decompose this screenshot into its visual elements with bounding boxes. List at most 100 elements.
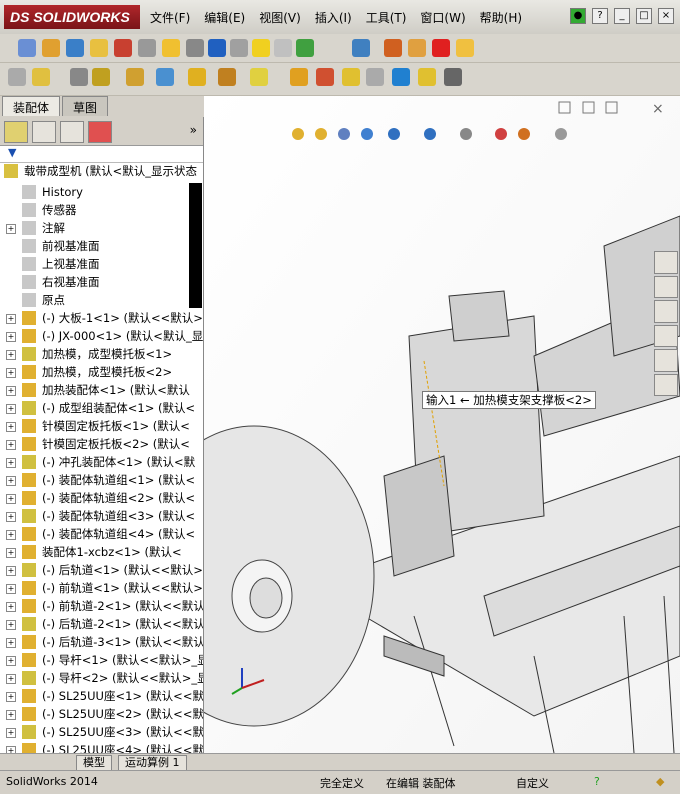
view-palette-icon[interactable] xyxy=(654,324,678,347)
solidworks-resources-icon[interactable] xyxy=(654,251,678,274)
hide-show-items-icon[interactable] xyxy=(460,128,472,140)
edit-appearance-icon[interactable] xyxy=(495,128,507,140)
spelling-icon[interactable] xyxy=(18,39,36,57)
tab-assembly[interactable]: 装配体 xyxy=(2,96,61,116)
traffic-light-icon[interactable]: ● xyxy=(570,8,586,24)
mass-properties-icon[interactable] xyxy=(66,39,84,57)
insert-component-icon[interactable] xyxy=(8,68,26,86)
expand-icon[interactable]: + xyxy=(6,422,16,432)
undercut-icon[interactable] xyxy=(274,39,292,57)
expand-icon[interactable]: + xyxy=(6,728,16,738)
measure-icon[interactable] xyxy=(42,39,60,57)
expand-icon[interactable]: + xyxy=(6,458,16,468)
exploded-view-icon[interactable] xyxy=(342,68,360,86)
expand-icon[interactable]: + xyxy=(6,674,16,684)
compare-documents-icon[interactable] xyxy=(352,39,370,57)
equations-icon[interactable] xyxy=(208,39,226,57)
apply-scene-icon[interactable] xyxy=(518,128,530,140)
restore-button[interactable]: □ xyxy=(636,8,652,24)
expand-icon[interactable]: + xyxy=(6,530,16,540)
configuration-manager-icon[interactable] xyxy=(60,121,84,143)
expand-icon[interactable]: + xyxy=(6,584,16,594)
file-explorer-icon[interactable] xyxy=(654,300,678,323)
expand-icon[interactable]: + xyxy=(6,656,16,666)
assembly-features-icon[interactable] xyxy=(218,68,236,86)
appearances-icon[interactable] xyxy=(654,349,678,372)
expand-icon[interactable]: + xyxy=(6,512,16,522)
hole-alignment-icon[interactable] xyxy=(444,68,462,86)
expand-icon[interactable]: + xyxy=(6,350,16,360)
expand-icon[interactable]: + xyxy=(6,638,16,648)
tab-sketch[interactable]: 草图 xyxy=(62,96,109,116)
deviation-analysis-icon[interactable] xyxy=(230,39,248,57)
solidworks-logo[interactable]: DS SOLIDWORKS xyxy=(4,5,140,29)
close-button[interactable]: × xyxy=(658,8,674,24)
display-manager-icon[interactable] xyxy=(88,121,112,143)
explode-line-sketch-icon[interactable] xyxy=(366,68,384,86)
expand-icon[interactable]: + xyxy=(6,440,16,450)
expand-icon[interactable]: + xyxy=(6,566,16,576)
check-icon[interactable] xyxy=(114,39,132,57)
view-orientation-icon[interactable] xyxy=(388,128,400,140)
tab-model[interactable]: 模型 xyxy=(76,755,112,771)
checkbox-icon[interactable] xyxy=(162,39,180,57)
custom-properties-icon[interactable] xyxy=(654,373,678,396)
expand-icon[interactable]: + xyxy=(6,314,16,324)
section-view-icon[interactable] xyxy=(361,128,373,140)
draft-analysis-icon[interactable] xyxy=(384,39,402,57)
feature-manager-icon[interactable] xyxy=(4,121,28,143)
help-icon[interactable]: ? xyxy=(592,8,608,24)
zoom-area-icon[interactable] xyxy=(315,128,327,140)
menu-tools[interactable]: 工具(T) xyxy=(366,9,407,26)
expand-icon[interactable]: + xyxy=(6,746,16,753)
mate-icon[interactable] xyxy=(32,68,50,86)
menu-view[interactable]: 视图(V) xyxy=(259,9,301,26)
move-component-icon[interactable] xyxy=(156,68,174,86)
import-diagnostics-icon[interactable] xyxy=(186,39,204,57)
expand-icon[interactable]: + xyxy=(6,710,16,720)
menu-help[interactable]: 帮助(H) xyxy=(480,9,522,26)
paperclip-icon[interactable] xyxy=(70,68,88,86)
rebuild-icon[interactable]: ? xyxy=(594,775,600,788)
view-settings-icon[interactable] xyxy=(555,128,567,140)
warning-icon[interactable] xyxy=(252,39,270,57)
minimize-button[interactable]: _ xyxy=(614,8,630,24)
display-style-icon[interactable] xyxy=(424,128,436,140)
clearance-verification-icon[interactable] xyxy=(418,68,436,86)
expand-panel-icon[interactable]: » xyxy=(190,123,197,137)
expand-icon[interactable]: + xyxy=(6,368,16,378)
bill-of-materials-icon[interactable] xyxy=(316,68,334,86)
menu-file[interactable]: 文件(F) xyxy=(150,9,190,26)
show-hidden-icon[interactable] xyxy=(188,68,206,86)
expand-icon[interactable]: + xyxy=(6,476,16,486)
menu-insert[interactable]: 插入(I) xyxy=(315,9,352,26)
zoom-to-fit-icon[interactable] xyxy=(292,128,304,140)
property-manager-icon[interactable] xyxy=(32,121,56,143)
graphics-area[interactable]: × xyxy=(204,96,680,753)
design-library-icon[interactable] xyxy=(654,275,678,298)
curvature-icon[interactable] xyxy=(456,39,474,57)
viewport-close-button[interactable]: × xyxy=(652,101,664,117)
menu-edit[interactable]: 编辑(E) xyxy=(204,9,245,26)
new-motion-study-icon[interactable] xyxy=(290,68,308,86)
tag-icon[interactable]: ◆ xyxy=(656,775,664,788)
tab-motion-study[interactable]: 运动算例 1 xyxy=(118,755,187,771)
menu-window[interactable]: 窗口(W) xyxy=(420,9,465,26)
section-properties-icon[interactable] xyxy=(90,39,108,57)
smart-fasteners-icon[interactable] xyxy=(126,68,144,86)
status-units[interactable]: 自定义 xyxy=(516,775,549,791)
linear-pattern-icon[interactable] xyxy=(92,68,110,86)
expand-icon[interactable]: + xyxy=(6,224,16,234)
expand-icon[interactable]: + xyxy=(6,332,16,342)
expand-icon[interactable]: + xyxy=(6,494,16,504)
expand-icon[interactable]: + xyxy=(6,386,16,396)
expand-icon[interactable]: + xyxy=(6,404,16,414)
previous-view-icon[interactable] xyxy=(338,128,350,140)
geometry-analysis-icon[interactable] xyxy=(138,39,156,57)
reference-geometry-icon[interactable] xyxy=(250,68,268,86)
tree-filter[interactable]: ▼ xyxy=(0,146,203,163)
thickness-analysis-icon[interactable] xyxy=(408,39,426,57)
expand-icon[interactable]: + xyxy=(6,692,16,702)
expand-icon[interactable]: + xyxy=(6,620,16,630)
interference-detection-icon[interactable] xyxy=(392,68,410,86)
